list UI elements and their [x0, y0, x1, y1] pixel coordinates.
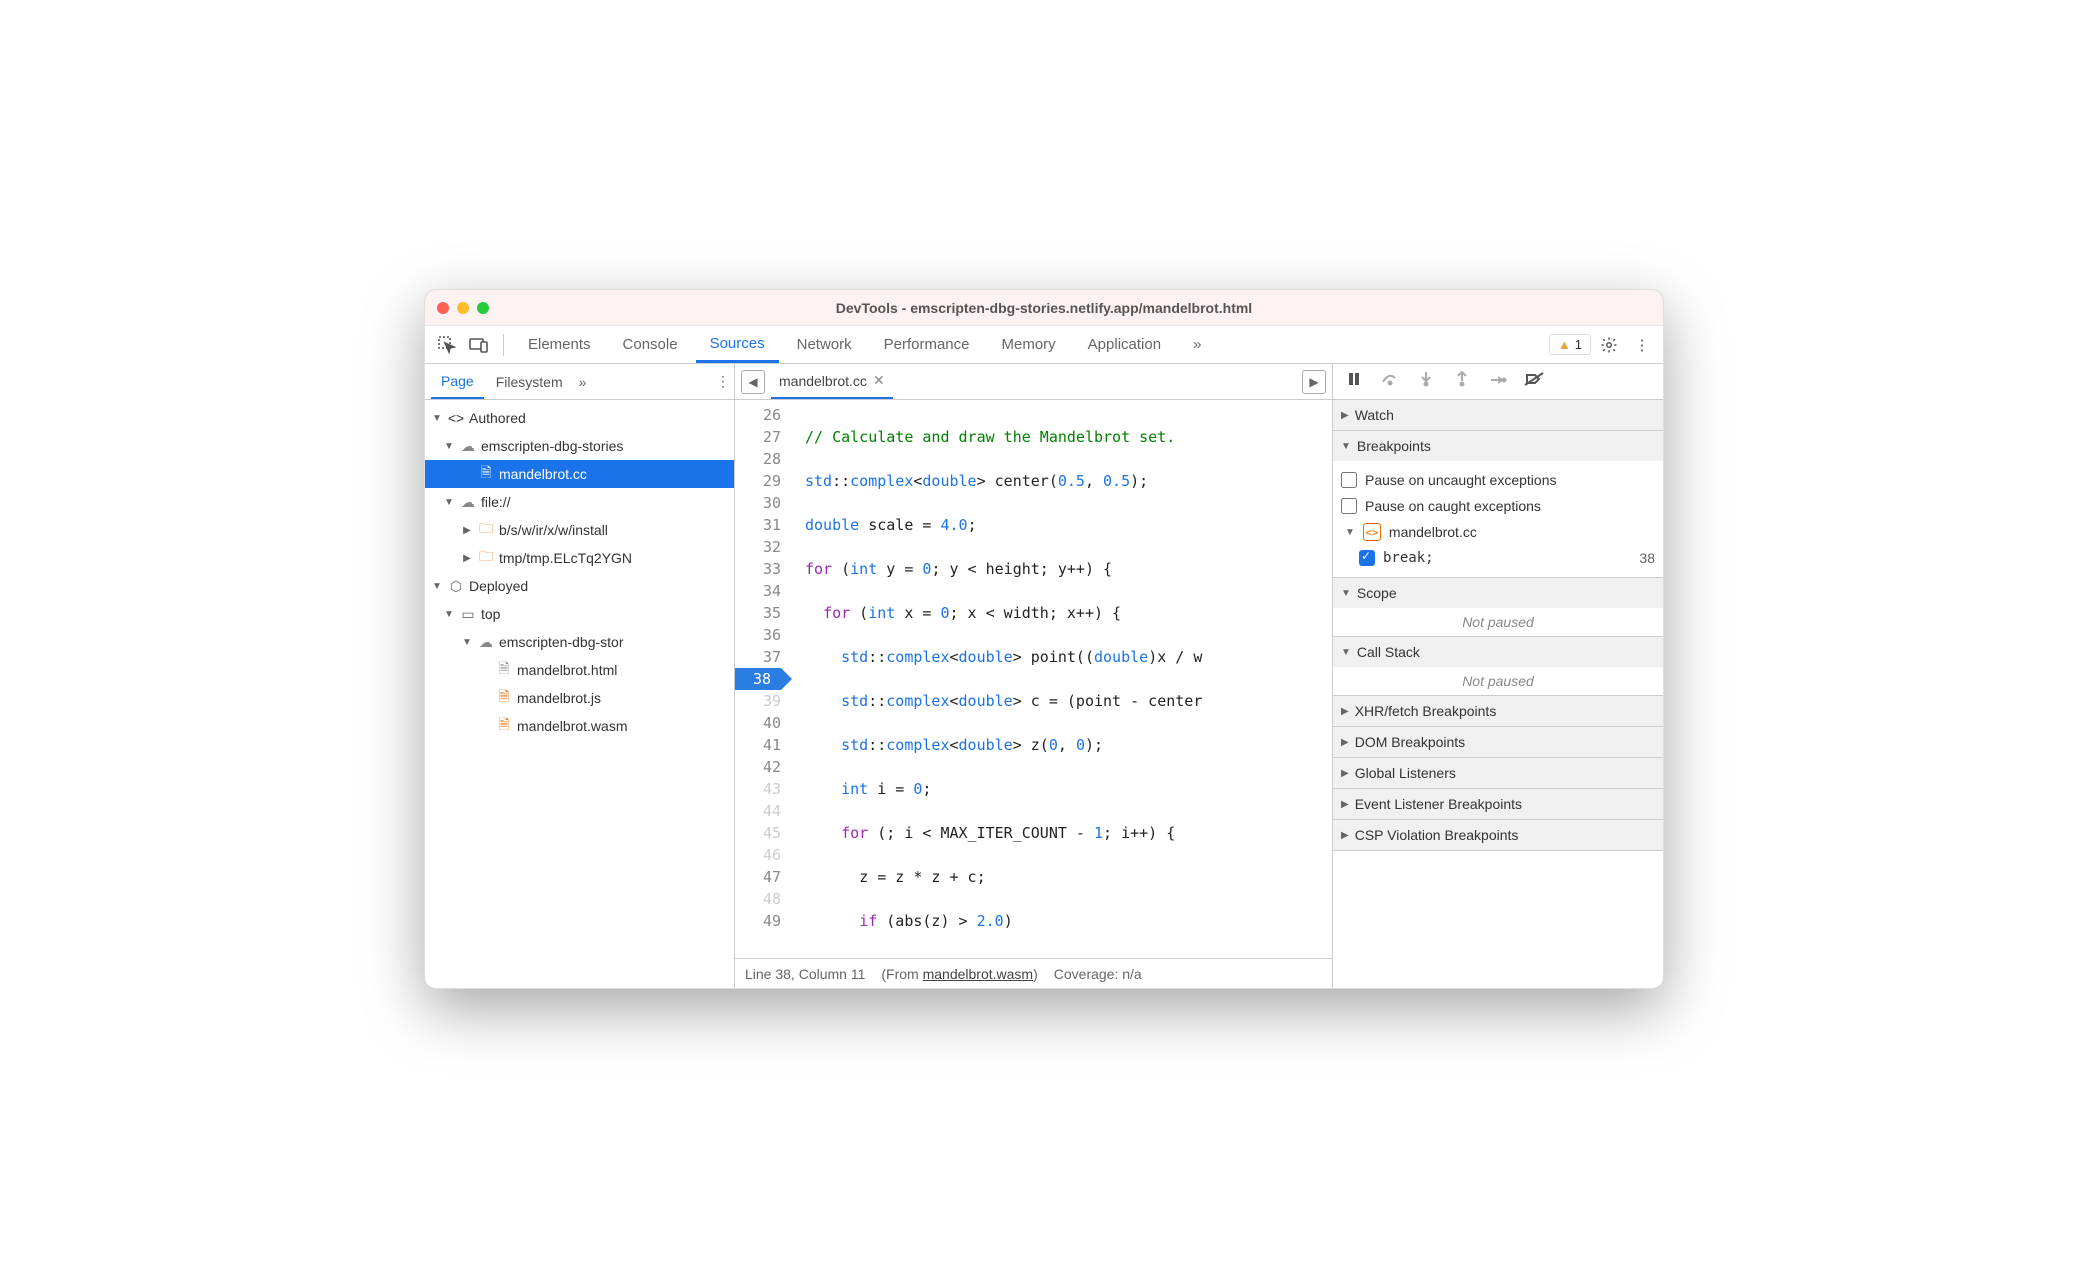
cursor-position: Line 38, Column 11	[745, 966, 865, 982]
settings-icon[interactable]	[1595, 331, 1623, 359]
navtab-page[interactable]: Page	[431, 364, 484, 399]
global-listeners-section: ▶Global Listeners	[1333, 758, 1663, 789]
scope-section: ▼Scope Not paused	[1333, 578, 1663, 637]
xhr-header[interactable]: ▶XHR/fetch Breakpoints	[1333, 696, 1663, 726]
code-editor[interactable]: 2627282930313233343536373839404142434445…	[735, 400, 1332, 958]
tab-network[interactable]: Network	[783, 326, 866, 363]
line-gutter[interactable]: 2627282930313233343536373839404142434445…	[735, 400, 791, 958]
navigator-tabs: Page Filesystem » ⋮	[425, 364, 734, 400]
source-from: (From mandelbrot.wasm)	[881, 966, 1037, 982]
navtab-filesystem[interactable]: Filesystem	[486, 364, 573, 399]
watch-section: ▶Watch	[1333, 400, 1663, 431]
callstack-header[interactable]: ▼Call Stack	[1333, 637, 1663, 667]
tree-top-frame[interactable]: ▼▭top	[425, 600, 734, 628]
scope-header[interactable]: ▼Scope	[1333, 578, 1663, 608]
warning-icon: ▲	[1558, 337, 1571, 352]
titlebar: DevTools - emscripten-dbg-stories.netlif…	[425, 290, 1663, 326]
pause-uncaught-checkbox[interactable]	[1341, 472, 1357, 488]
navtab-overflow[interactable]: »	[579, 374, 587, 390]
toggle-navigator-icon[interactable]: ◀	[741, 370, 765, 394]
navigator-pane: Page Filesystem » ⋮ ▼<>Authored ▼☁emscri…	[425, 364, 735, 988]
warnings-badge[interactable]: ▲ 1	[1549, 334, 1591, 355]
step-out-icon[interactable]	[1451, 371, 1473, 392]
source-link[interactable]: mandelbrot.wasm	[923, 966, 1034, 982]
editor-tab-label: mandelbrot.cc	[779, 373, 867, 389]
editor-tabs: ◀ mandelbrot.cc ✕ ▶	[735, 364, 1332, 400]
debug-toolbar	[1333, 364, 1663, 400]
breakpoint-entry[interactable]: break;38	[1341, 545, 1655, 571]
more-options-icon[interactable]: ⋮	[1627, 331, 1655, 359]
pause-caught-row[interactable]: Pause on caught exceptions	[1341, 493, 1655, 519]
dom-bp-section: ▶DOM Breakpoints	[1333, 727, 1663, 758]
close-tab-icon[interactable]: ✕	[873, 372, 885, 389]
breakpoints-header[interactable]: ▼Breakpoints	[1333, 431, 1663, 461]
device-toolbar-icon[interactable]	[465, 331, 493, 359]
callstack-not-paused: Not paused	[1333, 667, 1663, 695]
debugger-pane: ▶Watch ▼Breakpoints Pause on uncaught ex…	[1333, 364, 1663, 988]
navigator-options-icon[interactable]: ⋮	[716, 373, 728, 390]
warning-count: 1	[1575, 337, 1582, 352]
deactivate-breakpoints-icon[interactable]	[1523, 372, 1545, 391]
close-window-icon[interactable]	[437, 302, 449, 314]
tab-console[interactable]: Console	[609, 326, 692, 363]
step-into-icon[interactable]	[1415, 371, 1437, 392]
tree-file-js[interactable]: 🗎mandelbrot.js	[425, 684, 734, 712]
global-listeners-header[interactable]: ▶Global Listeners	[1333, 758, 1663, 788]
tab-overflow[interactable]: »	[1179, 326, 1215, 363]
tree-origin-1[interactable]: ▼☁emscripten-dbg-stories	[425, 432, 734, 460]
csp-bp-section: ▶CSP Violation Breakpoints	[1333, 820, 1663, 851]
editor-pane: ◀ mandelbrot.cc ✕ ▶ 26272829303132333435…	[735, 364, 1333, 988]
tab-elements[interactable]: Elements	[514, 326, 605, 363]
step-over-icon[interactable]	[1379, 372, 1401, 391]
code-content[interactable]: // Calculate and draw the Mandelbrot set…	[791, 400, 1332, 958]
tree-file-wasm[interactable]: 🗎mandelbrot.wasm	[425, 712, 734, 740]
minimize-window-icon[interactable]	[457, 302, 469, 314]
pause-uncaught-row[interactable]: Pause on uncaught exceptions	[1341, 467, 1655, 493]
zoom-window-icon[interactable]	[477, 302, 489, 314]
event-bp-section: ▶Event Listener Breakpoints	[1333, 789, 1663, 820]
tree-file-mandelbrot-cc[interactable]: 🗎mandelbrot.cc	[425, 460, 734, 488]
step-icon[interactable]	[1487, 373, 1509, 391]
tree-origin-2[interactable]: ▼☁emscripten-dbg-stor	[425, 628, 734, 656]
traffic-lights	[437, 302, 489, 314]
devtools-window: DevTools - emscripten-dbg-stories.netlif…	[424, 289, 1664, 989]
file-tree: ▼<>Authored ▼☁emscripten-dbg-stories 🗎ma…	[425, 400, 734, 988]
watch-header[interactable]: ▶Watch	[1333, 400, 1663, 430]
breakpoint-marker[interactable]: 38	[735, 668, 781, 690]
tree-authored[interactable]: ▼<>Authored	[425, 404, 734, 432]
toggle-debugger-icon[interactable]: ▶	[1302, 370, 1326, 394]
tree-folder-1[interactable]: ▶🗀b/s/w/ir/x/w/install	[425, 516, 734, 544]
tree-deployed[interactable]: ▼⬡Deployed	[425, 572, 734, 600]
file-icon: <>	[1363, 523, 1381, 541]
tab-memory[interactable]: Memory	[988, 326, 1070, 363]
tab-performance[interactable]: Performance	[870, 326, 984, 363]
breakpoint-file[interactable]: ▼<>mandelbrot.cc	[1341, 519, 1655, 545]
csp-bp-header[interactable]: ▶CSP Violation Breakpoints	[1333, 820, 1663, 850]
coverage-status: Coverage: n/a	[1054, 966, 1142, 982]
breakpoints-section: ▼Breakpoints Pause on uncaught exception…	[1333, 431, 1663, 578]
editor-status-bar: Line 38, Column 11 (From mandelbrot.wasm…	[735, 958, 1332, 988]
panel-tabbar: Elements Console Sources Network Perform…	[425, 326, 1663, 364]
xhr-section: ▶XHR/fetch Breakpoints	[1333, 696, 1663, 727]
callstack-section: ▼Call Stack Not paused	[1333, 637, 1663, 696]
event-bp-header[interactable]: ▶Event Listener Breakpoints	[1333, 789, 1663, 819]
inspect-element-icon[interactable]	[433, 331, 461, 359]
breakpoint-checkbox[interactable]	[1359, 550, 1375, 566]
tab-application[interactable]: Application	[1074, 326, 1175, 363]
dom-bp-header[interactable]: ▶DOM Breakpoints	[1333, 727, 1663, 757]
editor-tab[interactable]: mandelbrot.cc ✕	[771, 364, 893, 399]
tree-file-html[interactable]: 🗎mandelbrot.html	[425, 656, 734, 684]
pause-icon[interactable]	[1343, 371, 1365, 392]
tab-sources[interactable]: Sources	[696, 326, 779, 363]
tree-folder-2[interactable]: ▶🗀tmp/tmp.ELcTq2YGN	[425, 544, 734, 572]
window-title: DevTools - emscripten-dbg-stories.netlif…	[425, 300, 1663, 316]
tree-file-scheme[interactable]: ▼☁file://	[425, 488, 734, 516]
pause-caught-checkbox[interactable]	[1341, 498, 1357, 514]
scope-not-paused: Not paused	[1333, 608, 1663, 636]
